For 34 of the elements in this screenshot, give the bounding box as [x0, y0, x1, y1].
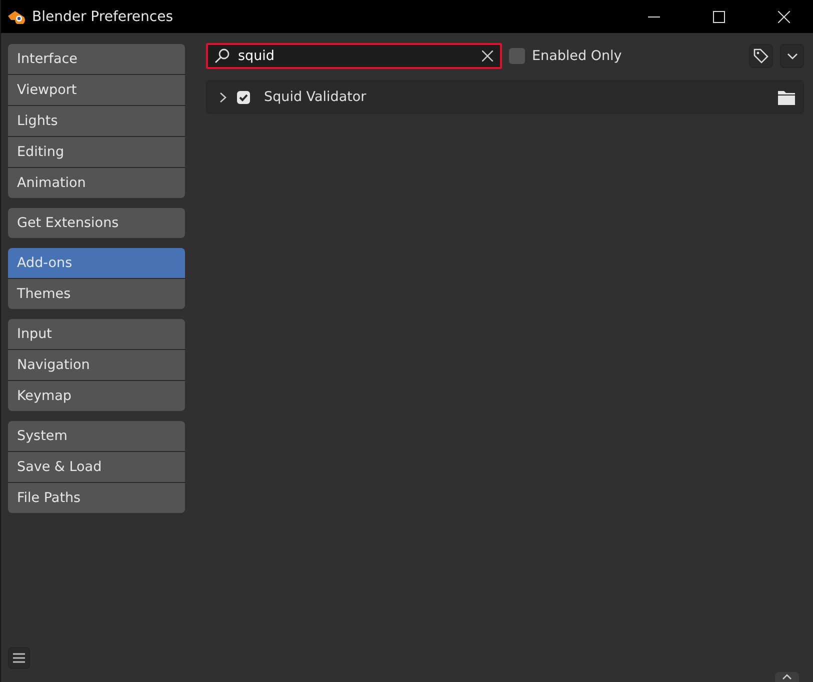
sidebar-item[interactable]: Get Extensions: [8, 208, 185, 238]
menu-icon: [12, 652, 26, 664]
sidebar-item[interactable]: Interface: [8, 44, 185, 74]
sidebar-item[interactable]: Animation: [8, 168, 185, 198]
checkbox-label: Enabled Only: [532, 48, 622, 64]
sidebar-item[interactable]: Themes: [8, 279, 185, 309]
search-field[interactable]: squid: [206, 43, 502, 69]
checkbox[interactable]: [237, 90, 250, 104]
caret-icon: [786, 52, 798, 60]
expand-icon[interactable]: [219, 92, 227, 102]
sidebar-item[interactable]: Save & Load: [8, 452, 185, 482]
checkbox[interactable]: [509, 48, 525, 64]
sidebar-item[interactable]: Navigation: [8, 350, 185, 380]
dropdown-button[interactable]: [780, 44, 804, 68]
sidebar-item[interactable]: Keymap: [8, 381, 185, 411]
sidebar-item[interactable]: Add-ons: [8, 248, 185, 278]
sidebar-item[interactable]: File Paths: [8, 483, 185, 513]
sidebar-item[interactable]: System: [8, 421, 185, 451]
menu-button[interactable]: [8, 647, 30, 669]
folder-icon[interactable]: [778, 90, 795, 104]
caret-icon: [782, 674, 792, 680]
maximize-icon: [713, 10, 725, 22]
tag-icon[interactable]: [749, 44, 773, 68]
sidebar-item[interactable]: Lights: [8, 106, 185, 136]
clear-icon[interactable]: [482, 50, 493, 62]
sidebar-item[interactable]: Viewport: [8, 75, 185, 105]
app-logo-icon: [7, 10, 25, 24]
sidebar-item[interactable]: Editing: [8, 137, 185, 167]
sidebar-item[interactable]: Input: [8, 319, 185, 349]
addon-name: Squid Validator: [264, 89, 368, 105]
scroll-up-button[interactable]: [775, 672, 799, 682]
window-title: Blender Preferences: [32, 8, 174, 24]
close-icon: [778, 10, 790, 22]
search-icon: [214, 48, 230, 64]
